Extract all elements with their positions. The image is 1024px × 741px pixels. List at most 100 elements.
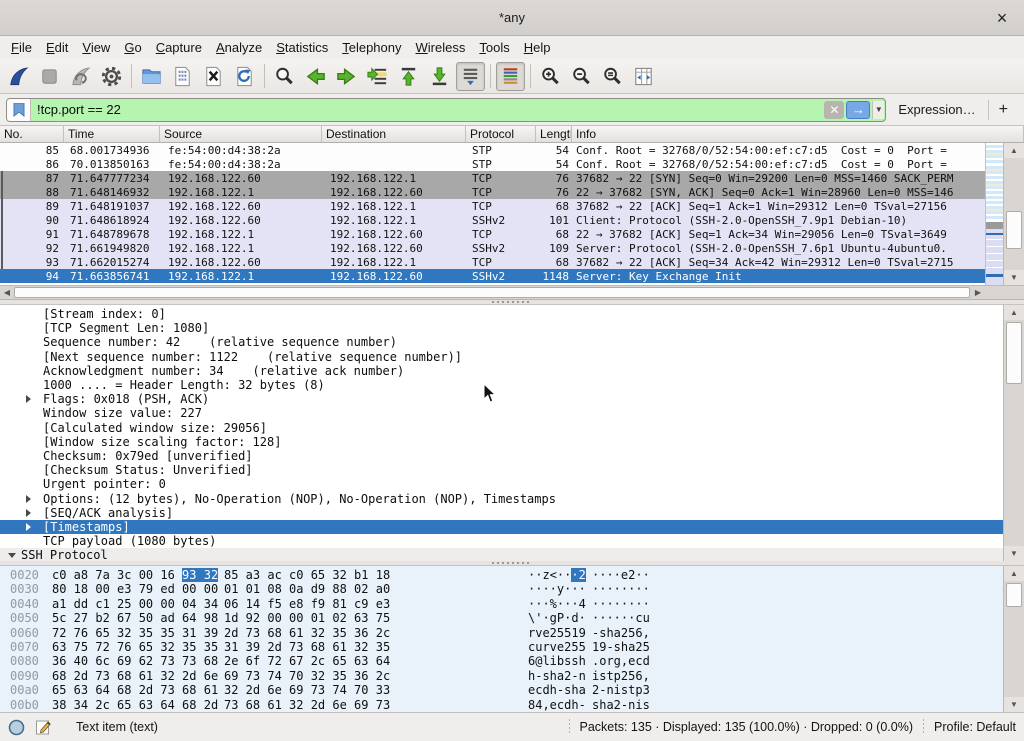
detail-line[interactable]: Checksum: 0x79ed [unverified] bbox=[0, 449, 1003, 463]
hex-row-0030[interactable]: 003080 18 00 e3 79 ed 00 0001 01 08 0a d… bbox=[0, 582, 1003, 596]
packet-row-85[interactable]: 8568.001734936fe:54:00:d4:38:2aSTP54Conf… bbox=[0, 143, 985, 157]
detail-line[interactable]: [SEQ/ACK analysis] bbox=[0, 506, 1003, 520]
column-header-time[interactable]: Time bbox=[64, 126, 160, 142]
hex-row-00a0[interactable]: 00a065 63 64 68 2d 73 68 6132 2d 6e 69 7… bbox=[0, 683, 1003, 697]
close-window-icon[interactable]: × bbox=[990, 6, 1014, 30]
expander-open-icon[interactable] bbox=[8, 553, 16, 558]
capture-options-button[interactable] bbox=[97, 62, 126, 91]
hex-row-0090[interactable]: 009068 2d 73 68 61 32 2d 6e69 73 74 70 3… bbox=[0, 669, 1003, 683]
column-header-length[interactable]: Length bbox=[536, 126, 572, 142]
hex-row-0070[interactable]: 007063 75 72 76 65 32 35 3531 39 2d 73 6… bbox=[0, 640, 1003, 654]
menu-tools[interactable]: Tools bbox=[472, 38, 516, 57]
packet-list-horizontal-scrollbar[interactable]: ◀ ▶ bbox=[0, 285, 1024, 299]
menu-view[interactable]: View bbox=[75, 38, 117, 57]
go-last-packet-button[interactable] bbox=[425, 62, 454, 91]
detail-line[interactable]: [Calculated window size: 29056] bbox=[0, 421, 1003, 435]
intelligent-scrollbar-minimap[interactable] bbox=[985, 143, 1003, 285]
detail-line[interactable]: [Next sequence number: 1122 (relative se… bbox=[0, 350, 1003, 364]
detail-line[interactable]: [Timestamps] bbox=[0, 520, 1003, 534]
packet-row-89[interactable]: 8971.648191037192.168.122.60192.168.122.… bbox=[0, 199, 985, 213]
detail-line[interactable]: [TCP Segment Len: 1080] bbox=[0, 321, 1003, 335]
display-filter-input[interactable] bbox=[31, 102, 824, 117]
detail-line[interactable]: Sequence number: 42 (relative sequence n… bbox=[0, 335, 1003, 349]
expander-closed-icon[interactable] bbox=[26, 509, 31, 517]
zoom-reset-button[interactable] bbox=[598, 62, 627, 91]
menu-file[interactable]: File bbox=[4, 38, 39, 57]
resize-columns-button[interactable] bbox=[629, 62, 658, 91]
capture-comment-icon[interactable] bbox=[35, 719, 52, 736]
scroll-left-icon[interactable]: ◀ bbox=[0, 286, 14, 299]
packet-row-92[interactable]: 9271.661949820192.168.122.1192.168.122.6… bbox=[0, 241, 985, 255]
detail-line[interactable]: [Window size scaling factor: 128] bbox=[0, 435, 1003, 449]
hex-row-0050[interactable]: 00505c 27 b2 67 50 ad 64 981d 92 00 00 0… bbox=[0, 611, 1003, 625]
bytes-vertical-scrollbar[interactable]: ▲ ▼ bbox=[1003, 566, 1024, 712]
zoom-out-button[interactable] bbox=[567, 62, 596, 91]
hex-row-0060[interactable]: 006072 76 65 32 35 35 31 392d 73 68 61 3… bbox=[0, 626, 1003, 640]
detail-line[interactable]: 1000 .... = Header Length: 32 bytes (8) bbox=[0, 378, 1003, 392]
expander-closed-icon[interactable] bbox=[26, 523, 31, 531]
packet-row-94[interactable]: 9471.663856741192.168.122.1192.168.122.6… bbox=[0, 269, 985, 283]
expression-button[interactable]: Expression… bbox=[886, 102, 987, 117]
detail-line[interactable]: Flags: 0x018 (PSH, ACK) bbox=[0, 392, 1003, 406]
expander-closed-icon[interactable] bbox=[26, 495, 31, 503]
column-header-protocol[interactable]: Protocol bbox=[466, 126, 536, 142]
column-header-destination[interactable]: Destination bbox=[322, 126, 466, 142]
profile-indicator[interactable]: Profile: Default bbox=[934, 720, 1016, 734]
wireshark-start-capture-button[interactable] bbox=[4, 62, 33, 91]
menu-wireless[interactable]: Wireless bbox=[409, 38, 473, 57]
reload-file-button[interactable] bbox=[230, 62, 259, 91]
scroll-up-icon[interactable]: ▲ bbox=[1004, 305, 1024, 320]
detail-line[interactable]: SSH Protocol bbox=[0, 548, 1003, 561]
go-forward-button[interactable] bbox=[332, 62, 361, 91]
menu-statistics[interactable]: Statistics bbox=[269, 38, 335, 57]
hex-row-00b0[interactable]: 00b038 34 2c 65 63 64 68 2d73 68 61 32 2… bbox=[0, 698, 1003, 712]
column-header-source[interactable]: Source bbox=[160, 126, 322, 142]
packet-row-90[interactable]: 9071.648618924192.168.122.60192.168.122.… bbox=[0, 213, 985, 227]
hscrollbar-thumb[interactable] bbox=[14, 287, 970, 298]
colorize-packets-button[interactable] bbox=[496, 62, 525, 91]
detail-line[interactable]: Window size value: 227 bbox=[0, 406, 1003, 420]
close-file-button[interactable] bbox=[199, 62, 228, 91]
scroll-down-icon[interactable]: ▼ bbox=[1004, 546, 1024, 561]
filter-bookmark-button[interactable] bbox=[7, 99, 31, 121]
expander-closed-icon[interactable] bbox=[26, 395, 31, 403]
packet-row-93[interactable]: 9371.662015274192.168.122.60192.168.122.… bbox=[0, 255, 985, 269]
hex-row-0020[interactable]: 0020c0 a8 7a 3c 00 16 93 3285 a3 ac c0 6… bbox=[0, 568, 1003, 582]
detail-line[interactable]: TCP payload (1080 bytes) bbox=[0, 534, 1003, 548]
details-vertical-scrollbar[interactable]: ▲ ▼ bbox=[1003, 305, 1024, 561]
filter-apply-button[interactable]: → bbox=[846, 101, 870, 119]
scroll-down-icon[interactable]: ▼ bbox=[1004, 697, 1024, 712]
packet-row-88[interactable]: 8871.648146932192.168.122.1192.168.122.6… bbox=[0, 185, 985, 199]
menu-edit[interactable]: Edit bbox=[39, 38, 75, 57]
detail-line[interactable]: Acknowledgment number: 34 (relative ack … bbox=[0, 364, 1003, 378]
detail-line[interactable]: [Checksum Status: Unverified] bbox=[0, 463, 1003, 477]
stop-capture-button[interactable] bbox=[35, 62, 64, 91]
menu-capture[interactable]: Capture bbox=[149, 38, 209, 57]
scroll-down-icon[interactable]: ▼ bbox=[1004, 270, 1024, 285]
scroll-up-icon[interactable]: ▲ bbox=[1004, 566, 1024, 581]
auto-scroll-button[interactable] bbox=[456, 62, 485, 91]
expert-info-icon[interactable] bbox=[8, 719, 25, 736]
filter-dropdown-button[interactable]: ▼ bbox=[872, 101, 884, 119]
scrollbar-thumb[interactable] bbox=[1006, 211, 1022, 249]
save-file-button[interactable] bbox=[168, 62, 197, 91]
add-filter-button[interactable]: + bbox=[989, 101, 1018, 119]
menu-telephony[interactable]: Telephony bbox=[335, 38, 408, 57]
go-first-packet-button[interactable] bbox=[394, 62, 423, 91]
go-to-packet-button[interactable] bbox=[363, 62, 392, 91]
zoom-in-button[interactable] bbox=[536, 62, 565, 91]
go-back-button[interactable] bbox=[301, 62, 330, 91]
find-packet-button[interactable] bbox=[270, 62, 299, 91]
filter-clear-button[interactable]: ✕ bbox=[824, 101, 844, 119]
column-header-info[interactable]: Info bbox=[572, 126, 1024, 142]
column-header-no[interactable]: No. bbox=[0, 126, 64, 142]
scrollbar-thumb[interactable] bbox=[1006, 583, 1022, 607]
display-filter-box[interactable]: ✕ → ▼ bbox=[6, 98, 886, 122]
open-file-button[interactable] bbox=[137, 62, 166, 91]
packet-row-87[interactable]: 8771.647777234192.168.122.60192.168.122.… bbox=[0, 171, 985, 185]
packet-row-91[interactable]: 9171.648789678192.168.122.1192.168.122.6… bbox=[0, 227, 985, 241]
scroll-up-icon[interactable]: ▲ bbox=[1004, 143, 1024, 158]
menu-help[interactable]: Help bbox=[517, 38, 558, 57]
scrollbar-thumb[interactable] bbox=[1006, 322, 1022, 384]
scroll-right-icon[interactable]: ▶ bbox=[971, 286, 985, 299]
